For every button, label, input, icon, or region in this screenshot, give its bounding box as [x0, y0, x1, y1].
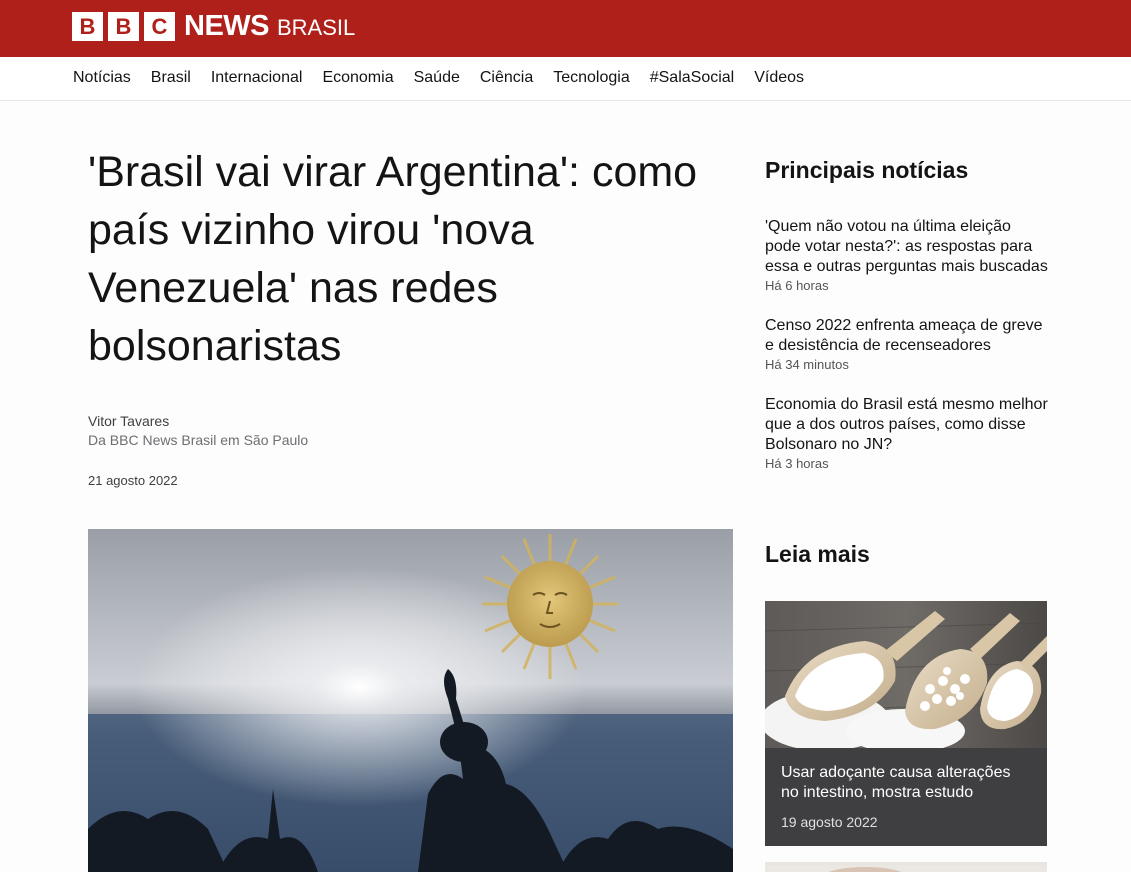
top-news-item[interactable]: Censo 2022 enfrenta ameaça de greve e de…	[765, 316, 1050, 372]
nav-item-ciencia[interactable]: Ciência	[480, 69, 533, 87]
logo-letter-c: C	[144, 12, 175, 41]
top-news-time: Há 34 minutos	[765, 357, 849, 372]
logo-edition-text: BRASIL	[277, 14, 356, 40]
nav-item-noticias[interactable]: Notícias	[73, 69, 131, 87]
nav-item-tecnologia[interactable]: Tecnologia	[553, 69, 630, 87]
logo-letter-b1: B	[72, 12, 103, 41]
top-news-item[interactable]: 'Quem não votou na última eleição pode v…	[765, 217, 1050, 293]
nav-item-internacional[interactable]: Internacional	[211, 69, 303, 87]
section-navigation: Notícias Brasil Internacional Economia S…	[0, 57, 1131, 101]
top-news-item[interactable]: Economia do Brasil está mesmo melhor que…	[765, 395, 1050, 471]
article-author-role: Da BBC News Brasil em São Paulo	[88, 432, 309, 448]
article-hero-image	[88, 529, 733, 872]
article-date: 21 agosto 2022	[88, 473, 178, 488]
nav-item-videos[interactable]: Vídeos	[754, 69, 804, 87]
top-news-time: Há 6 horas	[765, 278, 829, 293]
read-more-title: Leia mais	[765, 541, 870, 567]
nav-item-saude[interactable]: Saúde	[414, 69, 460, 87]
top-bar: B B C NEWS BRASIL	[0, 0, 1131, 57]
top-news-list: 'Quem não votou na última eleição pode v…	[765, 217, 1050, 494]
top-news-title: Principais notícias	[765, 157, 969, 183]
nav-item-economia[interactable]: Economia	[322, 69, 393, 87]
top-news-headline[interactable]: 'Quem não votou na última eleição pode v…	[765, 217, 1050, 277]
top-news-headline[interactable]: Censo 2022 enfrenta ameaça de greve e de…	[765, 316, 1050, 356]
article-headline: 'Brasil vai virar Argentina': como país …	[88, 148, 698, 370]
read-more-headline[interactable]: Usar adoçante causa alterações no intest…	[781, 763, 1031, 803]
nav-item-salasocial[interactable]: #SalaSocial	[650, 69, 735, 87]
nav-item-brasil[interactable]: Brasil	[151, 69, 191, 87]
logo-letter-b2: B	[108, 12, 139, 41]
article-author: Vitor Tavares	[88, 413, 170, 429]
top-news-time: Há 3 horas	[765, 456, 829, 471]
top-news-headline[interactable]: Economia do Brasil está mesmo melhor que…	[765, 395, 1050, 455]
bbc-news-brasil-logo[interactable]: B B C NEWS BRASIL	[72, 10, 355, 43]
read-more-card-next[interactable]	[765, 862, 1047, 872]
read-more-date: 19 agosto 2022	[781, 814, 878, 830]
sweetener-image	[765, 601, 1047, 753]
logo-news-text: NEWS	[184, 10, 270, 42]
read-more-card[interactable]: Usar adoçante causa alterações no intest…	[765, 601, 1047, 846]
